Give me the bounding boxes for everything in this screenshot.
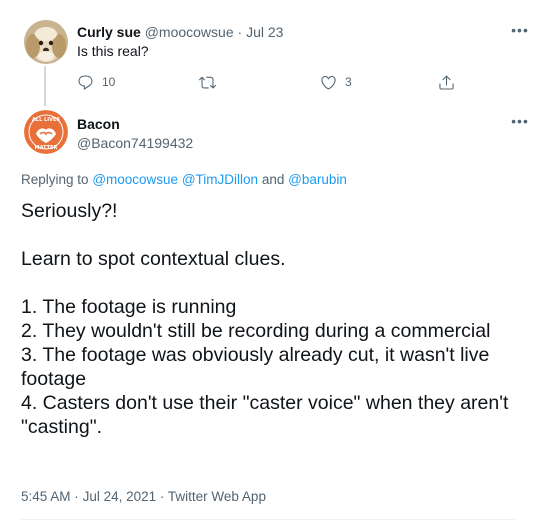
mention-link[interactable]: @barubin xyxy=(288,172,347,187)
reply-count: 10 xyxy=(102,75,116,89)
thread-connector-line xyxy=(44,66,46,106)
separator-dot: · xyxy=(159,489,165,504)
replying-and: and xyxy=(261,172,285,187)
like-icon xyxy=(321,75,336,89)
avatar-text-bottom: MATTER xyxy=(35,145,58,151)
handle[interactable]: @Bacon74199432 xyxy=(77,134,193,152)
tweet-list-item: 3. The footage was obviously already cut… xyxy=(21,344,490,390)
tweet-time[interactable]: 5:45 AM xyxy=(21,489,71,504)
share-icon xyxy=(439,75,454,90)
reply-icon xyxy=(78,75,93,90)
avatar-bacon[interactable]: ALL LIVES MATTER xyxy=(24,110,68,154)
tweet-date[interactable]: Jul 23 xyxy=(246,24,283,40)
all-lives-matter-logo: ALL LIVES MATTER xyxy=(24,110,68,154)
handle[interactable]: @moocowsue xyxy=(145,24,234,40)
tweet-body: Seriously?! Learn to spot contextual clu… xyxy=(21,199,521,439)
separator-dot: · xyxy=(74,489,79,504)
more-icon[interactable]: ••• xyxy=(510,23,530,37)
reply-tweet-text: Is this real? xyxy=(77,43,149,59)
share-button[interactable] xyxy=(438,72,455,92)
mention-link[interactable]: @moocowsue xyxy=(92,172,178,187)
separator-dot: · xyxy=(237,24,243,40)
reply-tweet[interactable]: Curly sue @moocowsue · Jul 23 ••• Is thi… xyxy=(0,0,535,104)
avatar-text-top: ALL LIVES xyxy=(32,117,60,123)
tweet-actions: 10 3 xyxy=(77,72,477,92)
tweet-paragraph: Learn to spot contextual clues. xyxy=(21,248,286,270)
reply-button[interactable]: 10 xyxy=(77,72,115,92)
replying-prefix: Replying to xyxy=(21,172,89,187)
retweet-button[interactable] xyxy=(199,72,224,92)
replying-to: Replying to @moocowsue @TimJDillon and @… xyxy=(21,171,347,189)
like-count: 3 xyxy=(345,75,352,89)
mention-link[interactable]: @TimJDillon xyxy=(182,172,258,187)
tweet-timestamp: 5:45 AM · Jul 24, 2021 · Twitter Web App xyxy=(21,488,266,506)
tweet-list-item: 4. Casters don't use their "caster voice… xyxy=(21,392,509,438)
dog-avatar-image xyxy=(24,20,68,64)
display-name[interactable]: Bacon xyxy=(77,115,120,133)
avatar-curly-sue[interactable] xyxy=(24,20,68,64)
reply-tweet-header: Curly sue @moocowsue · Jul 23 xyxy=(77,23,283,41)
retweet-icon xyxy=(199,76,216,88)
divider xyxy=(21,519,516,520)
like-button[interactable]: 3 xyxy=(320,72,352,92)
more-icon[interactable]: ••• xyxy=(510,114,530,128)
tweet-list-item: 2. They wouldn't still be recording duri… xyxy=(21,320,491,342)
tweet-list-item: 1. The footage is running xyxy=(21,296,237,318)
tweet-date[interactable]: Jul 24, 2021 xyxy=(83,489,157,504)
display-name[interactable]: Curly sue xyxy=(77,24,141,40)
tweet-source[interactable]: Twitter Web App xyxy=(168,489,266,504)
tweet-paragraph: Seriously?! xyxy=(21,200,118,222)
